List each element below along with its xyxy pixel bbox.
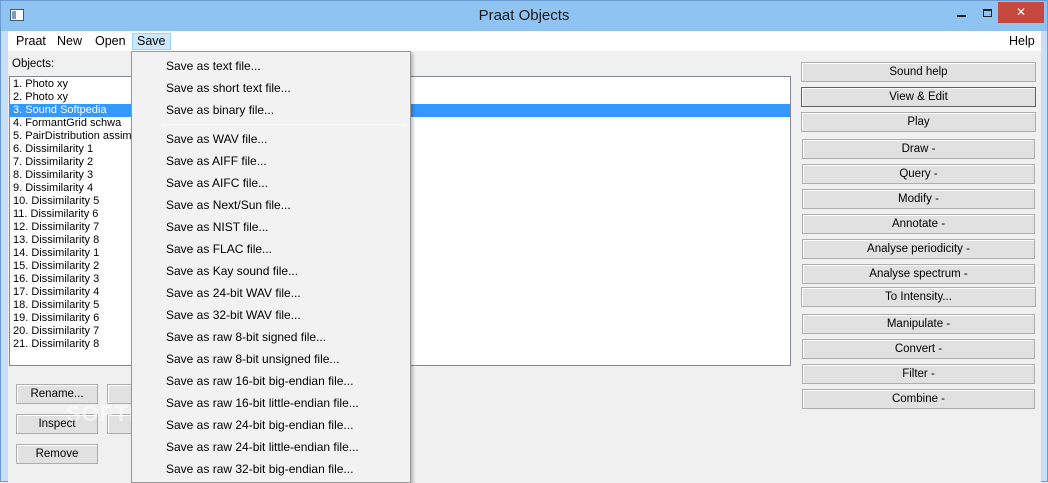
save-menu-item[interactable]: Save as raw 8-bit unsigned file...: [133, 348, 409, 370]
close-icon: ✕: [1015, 5, 1027, 19]
remove-button[interactable]: Remove: [16, 444, 98, 464]
save-menu-item[interactable]: Save as raw 24-bit big-endian file...: [133, 414, 409, 436]
save-menu-item[interactable]: Save as raw 16-bit big-endian file...: [133, 370, 409, 392]
menu-praat[interactable]: Praat: [12, 33, 50, 50]
menu-bar: Praat New Open Save Help: [8, 31, 1041, 51]
analyse-periodicity-button[interactable]: Analyse periodicity -: [802, 239, 1035, 259]
menu-new[interactable]: New: [53, 33, 86, 50]
save-menu-item[interactable]: Save as raw 8-bit signed file...: [133, 326, 409, 348]
save-menu-item[interactable]: Save as text file...: [133, 55, 409, 77]
sound-help-button[interactable]: Sound help: [801, 62, 1036, 82]
modify-button[interactable]: Modify -: [802, 189, 1035, 209]
save-menu-item[interactable]: Save as 24-bit WAV file...: [133, 282, 409, 304]
combine-button[interactable]: Combine -: [802, 389, 1035, 409]
menu-open[interactable]: Open: [91, 33, 130, 50]
convert-button[interactable]: Convert -: [802, 339, 1035, 359]
save-menu-item[interactable]: Save as NIST file...: [133, 216, 409, 238]
minimize-icon: [956, 14, 966, 17]
save-menu-item[interactable]: Save as WAV file...: [133, 128, 409, 150]
maximize-icon: [982, 8, 992, 17]
draw-button[interactable]: Draw -: [802, 139, 1035, 159]
minimize-button[interactable]: [948, 2, 974, 23]
save-menu-item[interactable]: Save as AIFC file...: [133, 172, 409, 194]
save-dropdown-menu: Save as text file... Save as short text f…: [131, 51, 411, 483]
annotate-button[interactable]: Annotate -: [802, 214, 1035, 234]
to-intensity-button[interactable]: To Intensity...: [801, 287, 1036, 307]
save-menu-item[interactable]: Save as Next/Sun file...: [133, 194, 409, 216]
save-menu-item[interactable]: Save as Kay sound file...: [133, 260, 409, 282]
save-menu-item[interactable]: Save as 32-bit WAV file...: [133, 304, 409, 326]
save-menu-item[interactable]: Save as short text file...: [133, 77, 409, 99]
play-button[interactable]: Play: [801, 112, 1036, 132]
save-menu-item[interactable]: Save as FLAC file...: [133, 238, 409, 260]
view-edit-button[interactable]: View & Edit: [801, 87, 1036, 107]
menu-help[interactable]: Help: [1005, 33, 1039, 50]
filter-button[interactable]: Filter -: [802, 364, 1035, 384]
manipulate-button[interactable]: Manipulate -: [802, 314, 1035, 334]
save-menu-item[interactable]: Save as raw 24-bit little-endian file...: [133, 436, 409, 458]
menu-save[interactable]: Save: [132, 33, 171, 50]
analyse-spectrum-button[interactable]: Analyse spectrum -: [802, 264, 1035, 284]
window-title: Praat Objects: [478, 7, 570, 24]
maximize-button[interactable]: [974, 2, 1000, 23]
title-bar[interactable]: Praat Objects ✕: [1, 1, 1047, 31]
close-button[interactable]: ✕: [998, 2, 1044, 23]
save-menu-item[interactable]: Save as raw 16-bit little-endian file...: [133, 392, 409, 414]
save-menu-item[interactable]: Save as AIFF file...: [133, 150, 409, 172]
praat-objects-window: Praat Objects ✕ Praat New Open Save Help…: [0, 0, 1048, 483]
menu-separator: [162, 124, 406, 125]
objects-label: Objects:: [12, 58, 55, 70]
query-button[interactable]: Query -: [802, 164, 1035, 184]
save-menu-item[interactable]: Save as binary file...: [133, 99, 409, 121]
save-menu-item[interactable]: Save as raw 32-bit big-endian file...: [133, 458, 409, 480]
